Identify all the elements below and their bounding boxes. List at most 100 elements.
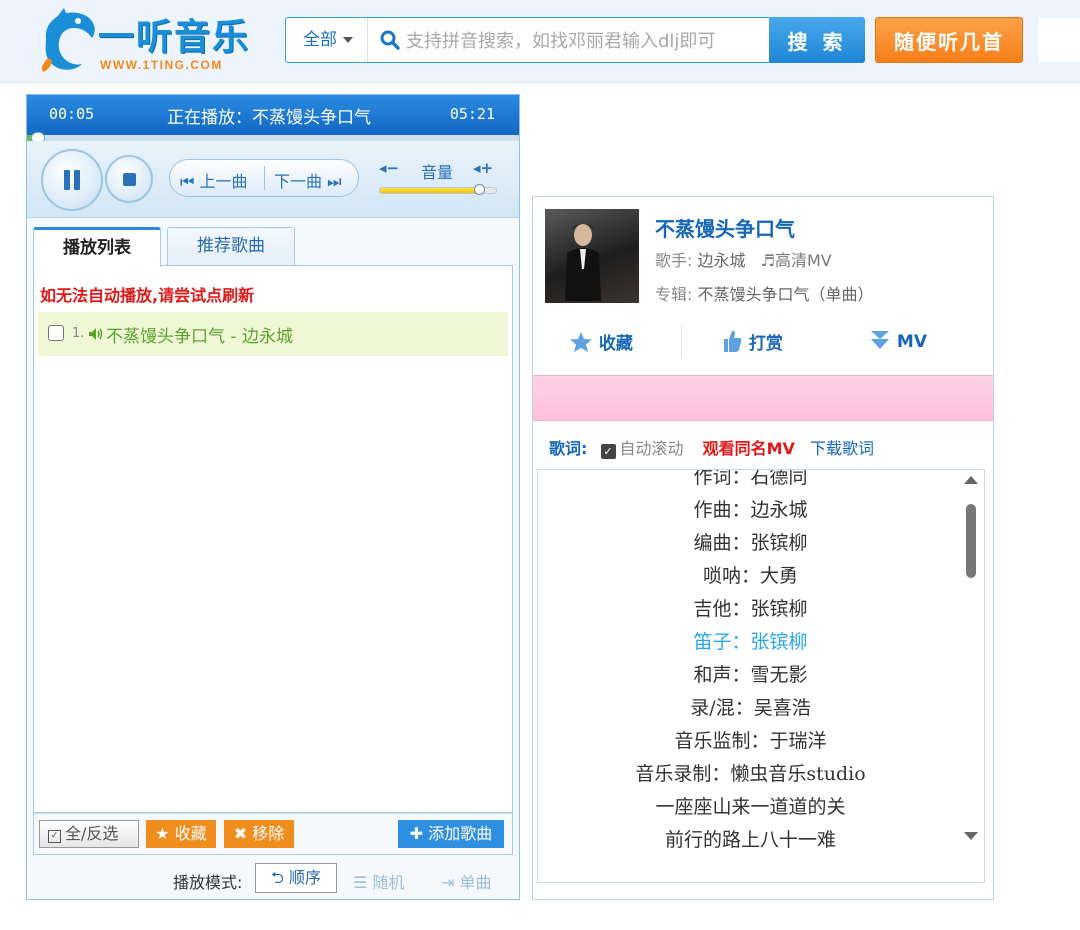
chevron-down-icon: [343, 37, 353, 43]
playlist-item-title: 不蒸馒头争口气 - 边永城: [106, 327, 293, 347]
lyric-line: 作词：石德同: [693, 469, 808, 488]
shuffle-icon: ☰: [353, 873, 373, 892]
prev-track-button[interactable]: ⏮ 上一曲: [180, 168, 248, 192]
song-info-panel: 不蒸馒头争口气 歌手: 边永城 ♬高清MV 专辑: 不蒸馒头争口气（单曲） 收藏…: [532, 196, 994, 900]
mv-button[interactable]: MV: [869, 329, 927, 352]
scroll-up-icon[interactable]: [964, 476, 978, 484]
select-all-label: 全/反选: [65, 824, 119, 843]
stop-icon: [123, 173, 136, 186]
star-icon: [570, 332, 592, 352]
stop-button[interactable]: [105, 155, 153, 203]
dolphin-logo-icon: [41, 8, 95, 72]
download-lyrics-link[interactable]: 下载歌词: [810, 439, 874, 458]
mode-single-label: 单曲: [459, 873, 492, 892]
lyric-line: 笛子：张镔柳: [693, 631, 808, 653]
tip-label: 打赏: [748, 334, 783, 354]
mode-sequential-label: 顺序: [288, 868, 321, 887]
lyric-line: 和声：雪无影: [693, 664, 808, 686]
player-controls: ⏮ 上一曲 下一曲 ⏭ ◂− 音量 ◂+: [27, 141, 519, 218]
mode-random-label: 随机: [372, 873, 405, 892]
search-scope-select[interactable]: 全部: [286, 18, 368, 62]
playlist-footer: ✓ 全/反选 ★ 收藏 ✖ 移除 ✚ 添加歌曲: [33, 813, 513, 855]
album-cover[interactable]: [545, 209, 639, 303]
tip-button[interactable]: 打赏: [723, 329, 783, 354]
random-listen-button[interactable]: 随便听几首: [875, 17, 1023, 63]
remove-selected-button[interactable]: ✖ 移除: [224, 820, 294, 848]
download-arrow-icon: [871, 331, 889, 349]
volume-down-button[interactable]: ◂−: [379, 159, 399, 177]
lyric-line: 录/混：吴喜浩: [690, 697, 811, 719]
playlist-item-number: 1.: [72, 326, 85, 341]
site-header: 一听音乐 WWW.1TING.COM 全部 搜 索 随便听几首: [0, 0, 1080, 83]
search-icon: [380, 30, 400, 50]
search-button[interactable]: 搜 索: [769, 17, 865, 63]
song-title[interactable]: 不蒸馒头争口气: [655, 213, 795, 242]
hd-mv-link[interactable]: ♬高清MV: [761, 251, 832, 270]
pause-button[interactable]: [41, 149, 103, 211]
next-track-label: 下一曲: [274, 172, 323, 191]
playlist-item-checkbox[interactable]: [48, 325, 64, 341]
banner-bar: [533, 375, 993, 421]
site-logo[interactable]: 一听音乐 WWW.1TING.COM: [38, 6, 258, 76]
lyric-line: 吉他：张镔柳: [693, 598, 808, 620]
auto-scroll-label: 自动滚动: [619, 439, 684, 458]
mode-single-button[interactable]: ⇥ 单曲: [441, 869, 492, 893]
current-time: 00:05: [49, 105, 95, 123]
action-divider: [681, 325, 682, 359]
prev-next-divider: [264, 166, 265, 190]
mode-sequential-button[interactable]: ⮌ 顺序: [255, 863, 337, 893]
playlist-item[interactable]: 1. 不蒸馒头争口气 - 边永城: [38, 312, 508, 356]
music-player: 00:05 正在播放：不蒸馒头争口气 05:21 ⏮ 上一曲 下一曲 ⏭ ◂− …: [26, 94, 520, 900]
lyrics-box[interactable]: 作词：石德同 作曲：边永城 编曲：张镔柳 唢呐：大勇 吉他：张镔柳 笛子：张镔柳 和声：雪无…: [537, 469, 985, 883]
lyric-line: 一座座山来一道道的关: [655, 796, 846, 818]
play-mode-label: 播放模式:: [173, 873, 243, 892]
scroll-down-icon[interactable]: [964, 832, 978, 840]
select-all-button[interactable]: ✓ 全/反选: [39, 820, 139, 848]
volume-handle[interactable]: [473, 184, 485, 195]
single-repeat-icon: ⇥: [441, 873, 460, 892]
next-track-button[interactable]: 下一曲 ⏭: [274, 168, 342, 192]
prev-next-group: ⏮ 上一曲 下一曲 ⏭: [169, 159, 359, 197]
search-input[interactable]: [404, 24, 768, 58]
logo-title: 一听音乐: [98, 17, 251, 58]
lyric-line: 前行的路上八十一难: [664, 829, 836, 851]
autoplay-warning[interactable]: 如无法自动播放,请尝试点刷新: [40, 282, 254, 306]
search-scope-label: 全部: [303, 30, 337, 50]
checkbox-icon: ✓: [48, 830, 61, 843]
mv-label: MV: [896, 332, 927, 352]
skip-forward-icon: ⏭: [322, 172, 342, 191]
now-playing-title: 正在播放：不蒸馒头争口气: [167, 108, 371, 128]
album-line: 专辑: 不蒸馒头争口气（单曲）: [655, 281, 874, 305]
singer-label: 歌手:: [655, 251, 693, 270]
volume-fill: [380, 188, 479, 193]
player-status-bar: 00:05 正在播放：不蒸馒头争口气 05:21: [27, 95, 519, 135]
add-song-button[interactable]: ✚ 添加歌曲: [398, 820, 504, 848]
volume-label: 音量: [421, 163, 454, 182]
prev-track-label: 上一曲: [199, 172, 248, 191]
auto-scroll-checkbox[interactable]: ✓: [600, 444, 616, 459]
tab-recommended[interactable]: 推荐歌曲: [167, 227, 295, 267]
singer-link[interactable]: 边永城: [698, 251, 746, 270]
favorite-song-label: 收藏: [598, 334, 633, 354]
thumbs-up-icon: [724, 330, 742, 352]
album-label: 专辑:: [655, 285, 693, 304]
volume-up-button[interactable]: ◂+: [473, 159, 493, 177]
album-link[interactable]: 不蒸馒头争口气（单曲）: [698, 285, 874, 304]
mode-random-button[interactable]: ☰ 随机: [353, 869, 404, 893]
lyrics-toolbar: 歌词: ✓ 自动滚动 观看同名MV 下载歌词: [549, 435, 874, 459]
tab-playlist[interactable]: 播放列表: [33, 227, 161, 267]
volume-slider[interactable]: [379, 184, 497, 195]
favorite-song-button[interactable]: 收藏: [569, 329, 633, 354]
speaker-icon: [89, 328, 103, 340]
watch-mv-link[interactable]: 观看同名MV: [703, 439, 795, 458]
singer-photo-icon: [565, 224, 601, 301]
singer-line: 歌手: 边永城 ♬高清MV: [655, 247, 832, 271]
search-bar: 全部 搜 索: [285, 17, 865, 63]
login-box-edge: [1038, 18, 1080, 62]
skip-back-icon: ⏮: [180, 172, 200, 191]
logo-url: WWW.1TING.COM: [100, 58, 223, 72]
lyric-line: 编曲：张镔柳: [693, 532, 808, 554]
lyrics-scrollbar-thumb[interactable]: [966, 504, 976, 578]
favorite-selected-button[interactable]: ★ 收藏: [146, 820, 216, 848]
lyric-line: 音乐监制：于瑞洋: [674, 730, 827, 752]
